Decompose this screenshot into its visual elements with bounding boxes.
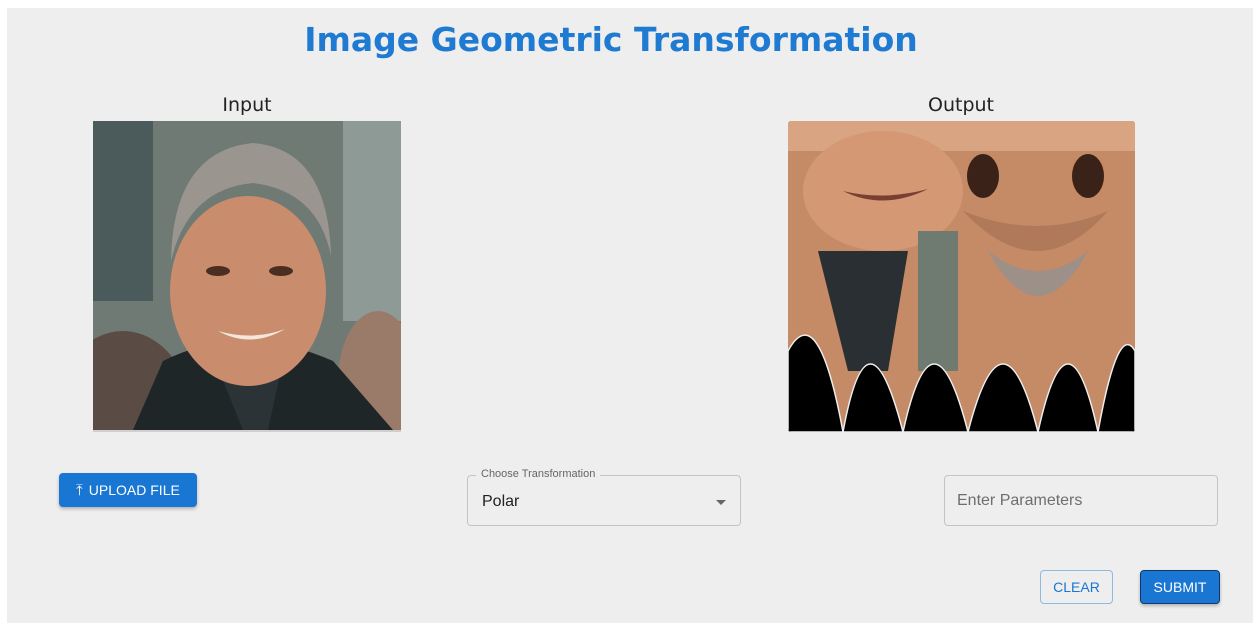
upload-icon: ⤒ [76,481,83,499]
submit-button[interactable]: SUBMIT [1140,570,1220,604]
transformation-select-value: Polar [482,493,520,510]
parameters-input[interactable] [944,475,1218,526]
output-image [788,121,1135,432]
clear-button[interactable]: CLEAR [1040,570,1113,604]
input-image [93,121,401,432]
page-title: Image Geometric Transformation [304,20,918,59]
input-label: Input [222,94,272,116]
transformation-select[interactable]: Choose Transformation Polar [467,468,741,526]
transformation-select-label: Choose Transformation [476,468,601,480]
upload-file-button[interactable]: ⤒ UPLOAD FILE [59,473,197,507]
app-container: Image Geometric Transformation Input Out… [7,8,1253,623]
upload-file-label: UPLOAD FILE [88,482,180,498]
chevron-down-icon[interactable] [716,500,726,505]
output-label: Output [928,94,994,116]
